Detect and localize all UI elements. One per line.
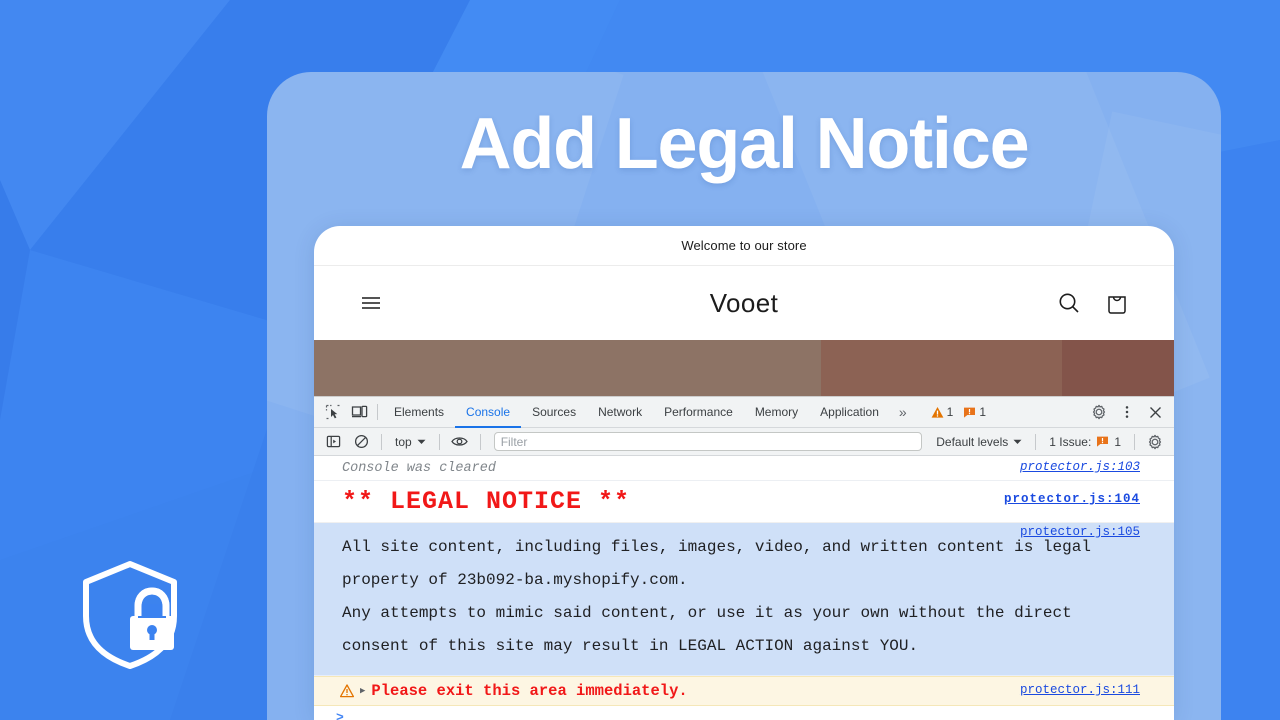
warning-triangle-icon — [340, 684, 354, 698]
issue-square-icon — [964, 407, 976, 418]
warning-triangle-icon — [931, 406, 944, 418]
console-message-list[interactable]: Console was cleared protector.js:103 ** … — [314, 457, 1174, 720]
filterbar-divider — [1134, 433, 1135, 450]
warning-text: Please exit this area immediately. — [371, 682, 688, 700]
warning-counter[interactable]: 1 — [928, 405, 957, 419]
console-filter-bar: top Default levels — [314, 428, 1174, 456]
chevron-down-icon — [417, 439, 426, 444]
console-row-cleared: Console was cleared protector.js:103 — [314, 457, 1174, 481]
issues-label: 1 Issue: — [1049, 434, 1092, 449]
issues-chip[interactable]: 1 Issue: 1 — [1043, 435, 1127, 449]
store-logo[interactable]: Vooet — [710, 288, 779, 318]
source-link[interactable]: protector.js:104 — [1004, 492, 1140, 506]
tab-performance[interactable]: Performance — [653, 397, 744, 428]
tab-sources[interactable]: Sources — [521, 397, 587, 428]
banner-segment — [1062, 340, 1174, 396]
devtools-toolbar-right — [1086, 400, 1168, 424]
filterbar-divider — [438, 433, 440, 450]
devtools-panel: Elements Console Sources Network Perform… — [314, 396, 1174, 720]
expand-arrow-icon[interactable]: ▶ — [360, 686, 365, 696]
filterbar-divider — [479, 433, 481, 450]
console-row-legal-body: protector.js:105 All site content, inclu… — [314, 523, 1174, 676]
legal-line: All site content, including files, image… — [342, 538, 1091, 556]
devtools-tabbar: Elements Console Sources Network Perform… — [314, 397, 1174, 428]
console-prompt-row[interactable]: > — [314, 706, 1174, 720]
issue-square-icon — [1097, 436, 1109, 447]
page-title: Add Legal Notice — [459, 104, 1030, 184]
shield-lock-icon — [83, 561, 177, 669]
banner-segment — [314, 340, 822, 396]
announcement-text: Welcome to our store — [681, 238, 807, 253]
clear-console-icon[interactable] — [348, 430, 374, 454]
tab-elements[interactable]: Elements — [383, 397, 455, 428]
tab-console[interactable]: Console — [455, 397, 521, 428]
console-sidebar-icon[interactable] — [320, 430, 346, 454]
legal-line: consent of this site may result in LEGAL… — [342, 637, 919, 655]
chevron-down-icon — [1013, 439, 1022, 444]
gear-icon[interactable] — [1086, 400, 1112, 424]
console-row-warning: ▶ Please exit this area immediately. pro… — [314, 676, 1174, 706]
filterbar-divider — [381, 433, 382, 450]
prompt-caret-icon: > — [336, 709, 344, 720]
toolbar-divider — [377, 404, 378, 420]
console-row-legal-title: ** LEGAL NOTICE ** protector.js:104 — [314, 481, 1174, 523]
console-cleared-text: Console was cleared — [342, 461, 496, 476]
device-toolbar-icon[interactable] — [346, 400, 372, 424]
issue-counters: 1 1 — [928, 405, 989, 419]
tab-application[interactable]: Application — [809, 397, 890, 428]
hero-banner-image — [314, 340, 1174, 396]
legal-notice-title: ** LEGAL NOTICE ** — [342, 487, 631, 516]
console-settings-gear-icon[interactable] — [1142, 430, 1168, 454]
tab-network[interactable]: Network — [587, 397, 653, 428]
legal-line: property of 23b092-ba.myshopify.com. — [342, 571, 688, 589]
tab-memory[interactable]: Memory — [744, 397, 809, 428]
issues-count: 1 — [1114, 434, 1121, 449]
source-link[interactable]: protector.js:111 — [1020, 683, 1140, 697]
filterbar-divider — [1035, 433, 1037, 450]
inspect-element-icon[interactable] — [320, 400, 346, 424]
log-levels-value: Default levels — [936, 434, 1009, 449]
warning-count: 1 — [946, 405, 954, 419]
error-counter[interactable]: 1 — [960, 405, 989, 419]
more-options-icon[interactable] — [1114, 400, 1140, 424]
search-icon[interactable] — [1056, 290, 1082, 316]
error-count: 1 — [979, 405, 987, 419]
filter-input[interactable] — [493, 432, 923, 451]
hamburger-menu-icon[interactable] — [358, 290, 384, 316]
browser-window: Welcome to our store Vooet Elements Cons… — [314, 226, 1174, 720]
execution-context-value: top — [395, 434, 412, 449]
legal-line: Any attempts to mimic said content, or u… — [342, 604, 1072, 622]
source-link[interactable]: protector.js:105 — [1020, 525, 1140, 539]
store-header: Vooet — [314, 266, 1174, 340]
execution-context-select[interactable]: top — [389, 435, 432, 449]
log-levels-select[interactable]: Default levels — [930, 435, 1028, 449]
live-expression-eye-icon[interactable] — [447, 430, 473, 454]
banner-segment — [821, 340, 1063, 396]
announcement-bar: Welcome to our store — [314, 226, 1174, 266]
close-icon[interactable] — [1142, 400, 1168, 424]
shopping-bag-icon[interactable] — [1104, 290, 1130, 316]
source-link[interactable]: protector.js:103 — [1020, 460, 1140, 474]
more-tabs-icon[interactable]: » — [890, 404, 916, 420]
